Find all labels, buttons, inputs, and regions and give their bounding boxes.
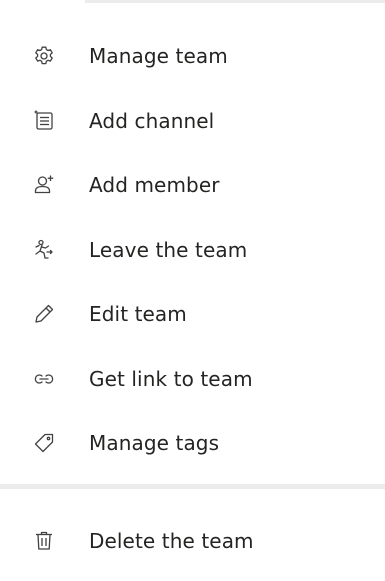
menu-item-leave-team[interactable]: Leave the team <box>0 218 385 283</box>
top-strip-left <box>0 0 85 3</box>
tag-icon <box>33 432 55 454</box>
menu-item-label: Manage tags <box>89 431 220 456</box>
menu-item-label: Delete the team <box>89 529 254 553</box>
menu-item-label: Get link to team <box>89 366 253 391</box>
menu-item-add-member[interactable]: Add member <box>0 153 385 218</box>
top-strip-right <box>85 0 385 3</box>
add-person-icon <box>33 174 55 196</box>
menu-item-label: Edit team <box>89 302 187 327</box>
leave-runner-icon <box>33 239 55 261</box>
menu-item-get-link[interactable]: Get link to team <box>0 347 385 412</box>
team-options-menu: Manage team Add channel Add member Leave… <box>0 24 385 476</box>
menu-item-label: Leave the team <box>89 237 248 262</box>
menu-item-label: Manage team <box>89 44 228 69</box>
menu-item-label: Add channel <box>89 108 215 133</box>
menu-item-add-channel[interactable]: Add channel <box>0 89 385 154</box>
menu-item-manage-tags[interactable]: Manage tags <box>0 411 385 476</box>
link-icon <box>33 368 55 390</box>
pencil-icon <box>33 303 55 325</box>
menu-item-edit-team[interactable]: Edit team <box>0 282 385 347</box>
gear-icon <box>33 45 55 67</box>
menu-item-delete-team[interactable]: Delete the team <box>0 509 385 573</box>
menu-divider <box>0 484 385 489</box>
channel-list-icon <box>33 110 55 132</box>
menu-item-label: Add member <box>89 173 220 198</box>
trash-icon <box>33 530 55 552</box>
menu-item-manage-team[interactable]: Manage team <box>0 24 385 89</box>
